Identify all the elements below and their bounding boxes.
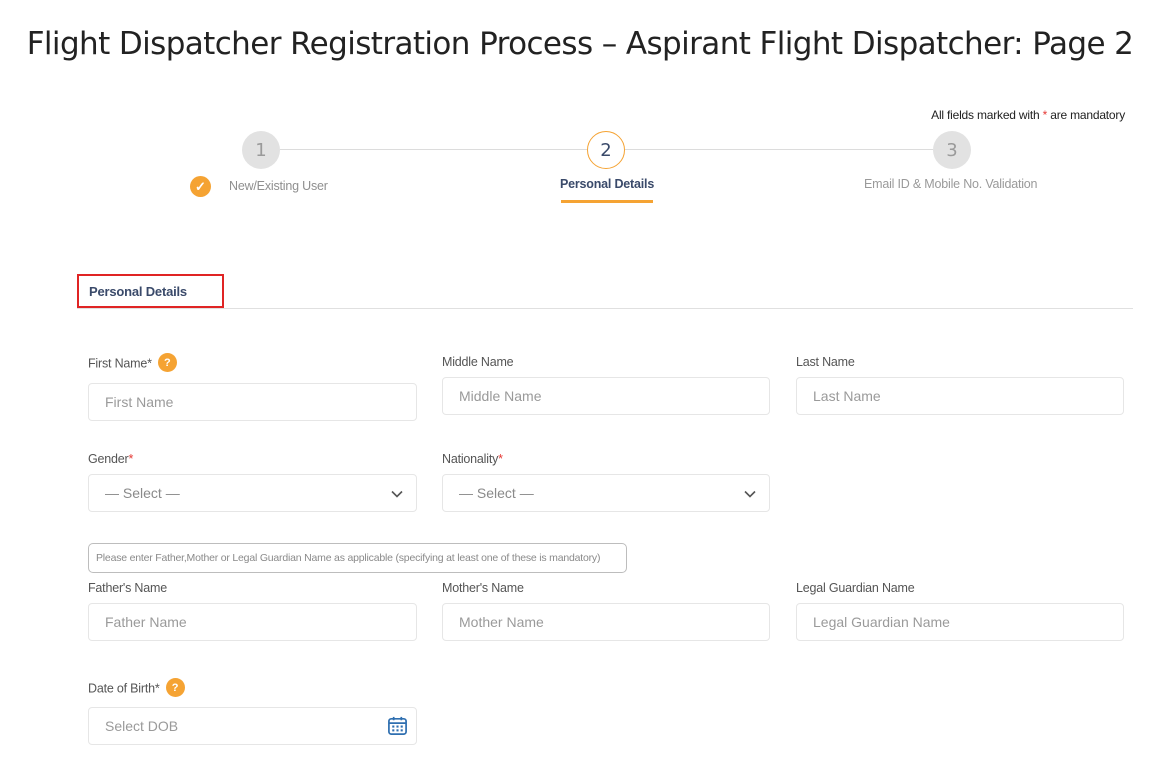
guardian-name-label: Legal Guardian Name bbox=[796, 581, 915, 595]
gender-selected-value: — Select — bbox=[105, 485, 180, 501]
mother-name-label: Mother's Name bbox=[442, 581, 524, 595]
dob-field[interactable] bbox=[88, 707, 417, 745]
stepper-connector bbox=[280, 149, 587, 150]
guardian-name-input[interactable] bbox=[796, 603, 1124, 641]
step-1-label[interactable]: New/Existing User bbox=[229, 179, 328, 193]
step-1-circle[interactable]: 1 bbox=[242, 131, 280, 169]
step-3-circle: 3 bbox=[933, 131, 971, 169]
dob-input[interactable] bbox=[88, 707, 417, 745]
middle-name-input[interactable] bbox=[442, 377, 770, 415]
question-circle-icon[interactable]: ? bbox=[165, 678, 185, 697]
father-name-input[interactable] bbox=[88, 603, 417, 641]
mandatory-note: All fields marked with * are mandatory bbox=[931, 108, 1125, 122]
last-name-input[interactable] bbox=[796, 377, 1124, 415]
chevron-down-icon bbox=[391, 490, 403, 498]
dob-label: Date of Birth*? bbox=[88, 678, 185, 697]
first-name-label: First Name*? bbox=[88, 353, 177, 372]
stepper-connector bbox=[625, 149, 933, 150]
nationality-select[interactable]: — Select — bbox=[442, 474, 770, 512]
last-name-label: Last Name bbox=[796, 355, 855, 369]
check-circle-icon: ✓ bbox=[190, 176, 211, 197]
nationality-selected-value: — Select — bbox=[459, 485, 534, 501]
nationality-label: Nationality* bbox=[442, 452, 503, 466]
first-name-input[interactable] bbox=[88, 383, 417, 421]
question-circle-icon[interactable]: ? bbox=[157, 353, 177, 372]
personal-details-tab[interactable]: Personal Details bbox=[77, 274, 224, 308]
mother-name-input[interactable] bbox=[442, 603, 770, 641]
step-2-label[interactable]: Personal Details bbox=[560, 177, 654, 191]
gender-select[interactable]: — Select — bbox=[88, 474, 417, 512]
middle-name-label: Middle Name bbox=[442, 355, 514, 369]
section-divider bbox=[77, 308, 1133, 309]
step-2-circle[interactable]: 2 bbox=[587, 131, 625, 169]
chevron-down-icon bbox=[744, 490, 756, 498]
gender-label: Gender* bbox=[88, 452, 134, 466]
step-3-label: Email ID & Mobile No. Validation bbox=[864, 177, 1038, 191]
guardian-info-note: Please enter Father,Mother or Legal Guar… bbox=[88, 543, 627, 573]
calendar-icon[interactable] bbox=[387, 715, 408, 736]
slide-title: Flight Dispatcher Registration Process –… bbox=[26, 26, 1134, 62]
father-name-label: Father's Name bbox=[88, 581, 167, 595]
active-step-underline bbox=[561, 200, 653, 203]
required-star: * bbox=[1042, 108, 1048, 122]
